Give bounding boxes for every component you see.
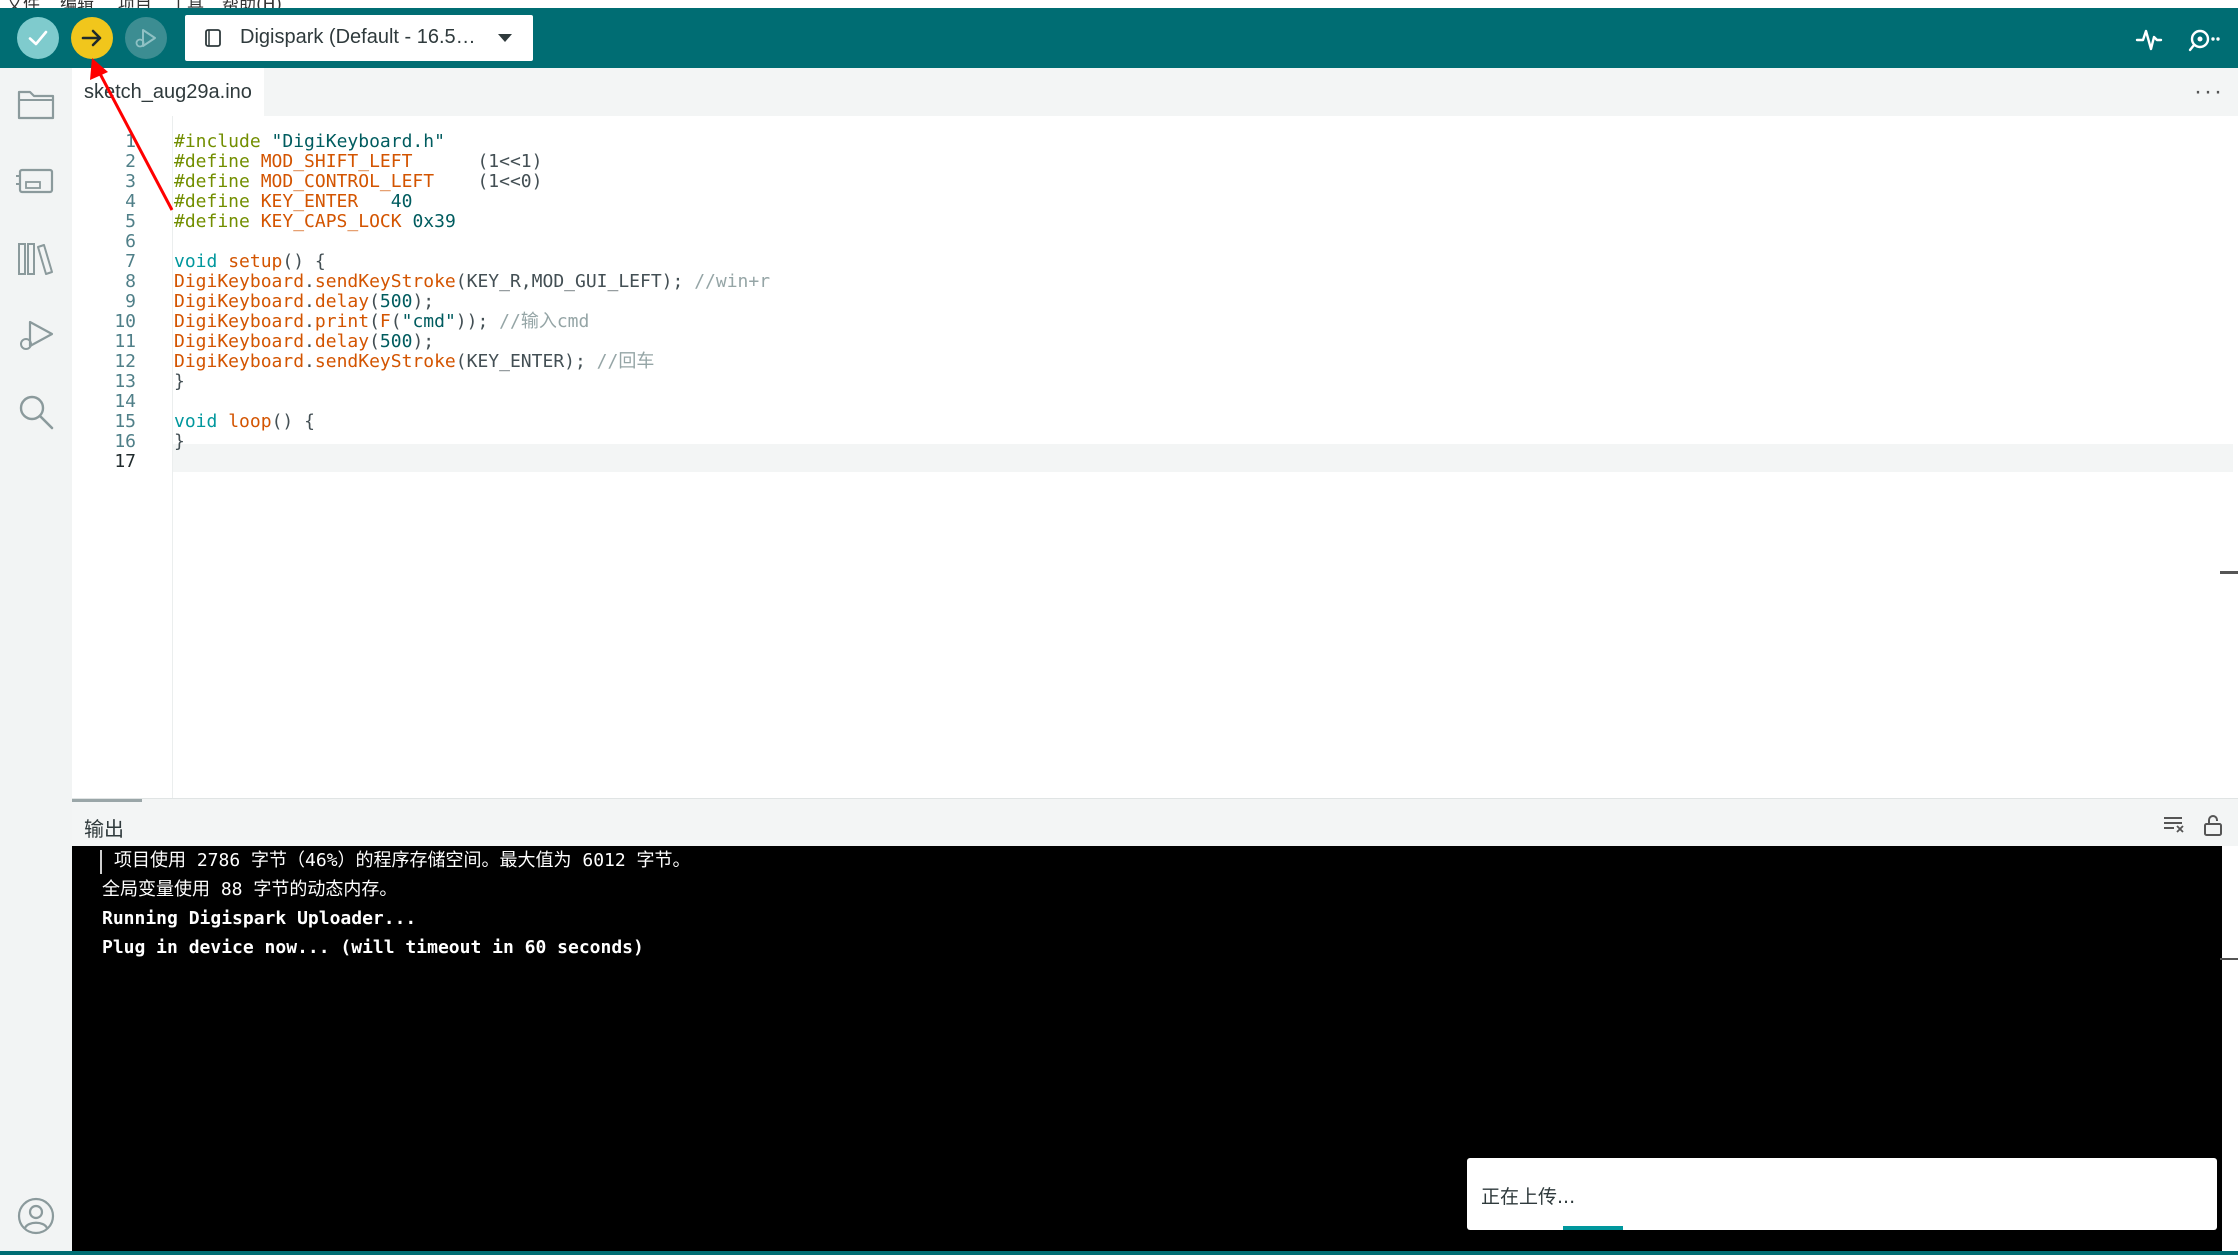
menu-tools[interactable]: 工具 <box>170 0 204 8</box>
board-selector[interactable]: Digispark (Default - 16.5… <box>185 15 533 61</box>
code-token: () { <box>271 411 315 432</box>
code-token: 0x39 <box>412 211 456 232</box>
console-line: Running Digispark Uploader... <box>102 908 417 929</box>
check-icon <box>28 30 48 46</box>
code-token: //回车 <box>596 351 655 372</box>
active-line-highlight <box>173 444 2233 472</box>
notification-text: 正在上传... <box>1481 1186 1576 1208</box>
code-line[interactable]: void loop() { <box>174 408 315 436</box>
debug-icon[interactable] <box>16 316 56 356</box>
code-token: (KEY_R,MOD_GUI_LEFT); <box>455 271 695 292</box>
board-icon <box>205 29 221 47</box>
code-token: } <box>174 431 185 452</box>
console-cursor <box>100 850 102 874</box>
upload-notification: 正在上传... <box>1467 1158 2217 1230</box>
code-token: //输入cmd <box>499 311 590 332</box>
console-line: Plug in device now... (will timeout in 6… <box>102 937 644 958</box>
line-number: 17 <box>114 451 136 472</box>
more-options-icon[interactable]: ··· <box>2194 78 2224 106</box>
menu-file[interactable]: 文件 <box>6 0 40 8</box>
chevron-down-icon <box>498 34 512 42</box>
code-token: KEY_CAPS_LOCK <box>260 211 402 232</box>
output-panel-header: 输出 <box>72 798 2238 846</box>
serial-plotter-icon[interactable] <box>2134 24 2164 54</box>
menu-sketch[interactable]: 项目 <box>118 0 152 8</box>
code-token: #define <box>174 211 261 232</box>
code-line[interactable]: #define KEY_CAPS_LOCK 0x39 <box>174 208 456 236</box>
code-token: //win+r <box>694 271 771 292</box>
sidebar <box>0 68 72 1255</box>
code-token: sendKeyStroke <box>314 351 456 372</box>
console-scrollbar[interactable] <box>2222 846 2238 1255</box>
toolbar: Digispark (Default - 16.5… <box>0 8 2238 68</box>
code-line[interactable]: } <box>174 368 185 396</box>
editor-scroll-marker <box>2220 571 2238 574</box>
unlock-icon[interactable] <box>2202 813 2224 837</box>
board-label: Digispark (Default - 16.5… <box>240 26 476 48</box>
board-manager-icon[interactable] <box>16 162 56 198</box>
code-token: } <box>174 371 185 392</box>
code-token: (1<<0) <box>434 171 543 192</box>
code-token: DigiKeyboard <box>174 351 305 372</box>
clear-output-icon[interactable] <box>2162 813 2186 835</box>
serial-monitor-icon[interactable] <box>2186 24 2222 54</box>
folder-icon[interactable] <box>16 86 56 122</box>
search-icon[interactable] <box>16 392 56 432</box>
code-line[interactable]: } <box>174 428 185 456</box>
notification-progress-bar <box>1563 1226 1623 1230</box>
code-token: (KEY_ENTER); <box>455 351 597 372</box>
code-editor[interactable]: 1 2 3 4 5 6 7 8 9 10 11 12 13 14 15 16 17 #include "Digi… <box>72 116 2238 798</box>
code-token: loop <box>228 411 272 432</box>
code-line[interactable]: DigiKeyboard.sendKeyStroke(KEY_ENTER); /… <box>174 348 654 376</box>
account-icon[interactable] <box>16 1196 56 1236</box>
library-icon[interactable] <box>16 238 56 278</box>
code-token: )); <box>455 311 500 332</box>
tab-sketch[interactable]: sketch_aug29a.ino <box>72 68 264 116</box>
editor-tabbar: sketch_aug29a.ino ··· <box>72 68 2238 116</box>
menu-edit[interactable]: 编辑 <box>60 0 94 8</box>
console-line: 项目使用 2786 字节（46%）的程序存储空间。最大值为 6012 字节。 <box>114 850 691 871</box>
console-line: 全局变量使用 88 字节的动态内存。 <box>102 879 398 900</box>
verify-button[interactable] <box>17 17 59 59</box>
menu-help[interactable]: 帮助(H) <box>222 0 282 8</box>
line-number-gutter: 1 2 3 4 5 6 7 8 9 10 11 12 13 14 15 16 17 <box>72 116 172 798</box>
arrow-right-icon <box>81 29 102 47</box>
upload-button[interactable] <box>71 17 113 59</box>
code-token: . <box>304 351 315 372</box>
os-menubar: 文件 编辑 项目 工具 帮助(H) <box>0 0 2238 8</box>
status-strip <box>0 1251 2238 1255</box>
output-title: 输出 <box>84 817 124 841</box>
tab-label: sketch_aug29a.ino <box>84 80 252 103</box>
debug-icon <box>135 29 156 48</box>
debug-button[interactable] <box>125 17 167 59</box>
